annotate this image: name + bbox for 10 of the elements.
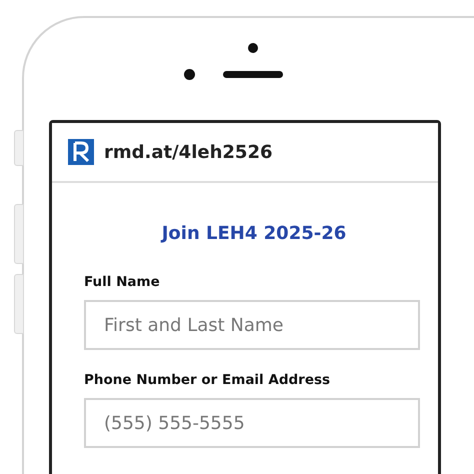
form-title: Join LEH4 2025-26 (160, 223, 348, 244)
field-label: Phone Number or Email Address (84, 372, 332, 388)
input-field[interactable]: First and Last Name (84, 300, 420, 350)
logo-icon (68, 139, 94, 165)
speaker-slot (223, 71, 283, 78)
url-text[interactable]: rmd.at/4leh2526 (104, 142, 272, 162)
sensor-dot (184, 69, 195, 80)
input-field[interactable]: (555) 555-5555 (84, 398, 420, 448)
camera-dot (248, 43, 258, 53)
field-label: Full Name (84, 274, 161, 290)
